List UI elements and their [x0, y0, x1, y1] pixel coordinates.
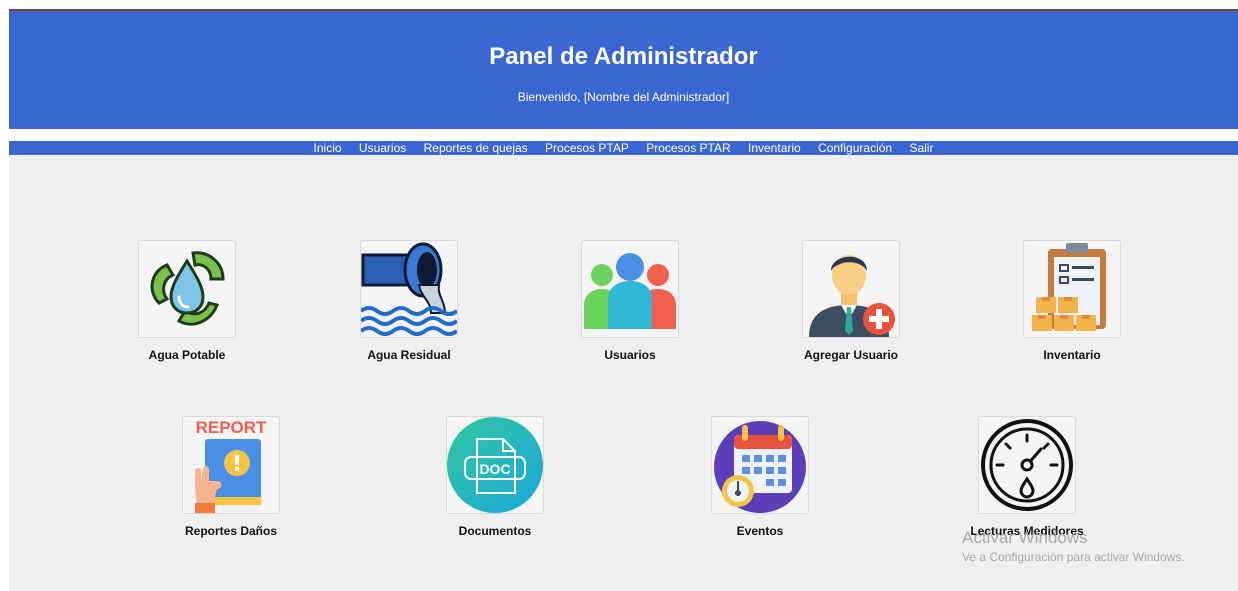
card-label: Documentos [458, 524, 532, 538]
wastewater-pipe-icon[interactable] [360, 240, 458, 338]
doc-file-icon[interactable]: DOC [446, 416, 544, 514]
users-group-icon[interactable] [581, 240, 679, 338]
recycle-water-drop-icon[interactable] [138, 240, 236, 338]
card-agua-residual[interactable]: Agua Residual [319, 240, 499, 362]
calendar-icon[interactable] [711, 416, 809, 514]
nav-usuarios[interactable]: Usuarios [359, 141, 406, 155]
nav-inicio[interactable]: Inicio [314, 141, 342, 155]
card-eventos[interactable]: Eventos [670, 416, 850, 538]
windows-activation-title: Activar Windows [962, 528, 1088, 547]
page-title: Panel de Administrador [489, 43, 758, 70]
card-agua-potable[interactable]: Agua Potable [97, 240, 277, 362]
windows-activation-text: Ve a Configuración para activar Windows. [962, 550, 1185, 564]
add-user-icon[interactable] [802, 240, 900, 338]
nav-procesos-ptap[interactable]: Procesos PTAP [545, 141, 629, 155]
card-lecturas-medidores[interactable]: Lecturas Medidores [937, 416, 1117, 538]
card-reportes-danos[interactable]: REPORT Reportes Daños [141, 416, 321, 538]
nav-reportes-quejas[interactable]: Reportes de quejas [424, 141, 528, 155]
page-header: Panel de Administrador Bienvenido, [Nomb… [9, 11, 1238, 129]
nav-bar: Inicio Usuarios Reportes de quejas Proce… [9, 141, 1238, 155]
card-label: Agua Potable [148, 348, 226, 362]
card-agregar-usuario[interactable]: Agregar Usuario [761, 240, 941, 362]
svg-text:REPORT: REPORT [196, 418, 267, 437]
card-label: Inventario [1043, 348, 1101, 362]
nav-procesos-ptar[interactable]: Procesos PTAR [646, 141, 730, 155]
svg-text:DOC: DOC [479, 461, 510, 477]
card-label: Eventos [736, 524, 784, 538]
card-label: Usuarios [604, 348, 656, 362]
report-icon[interactable]: REPORT [182, 416, 280, 514]
meter-gauge-icon[interactable] [978, 416, 1076, 514]
card-documentos[interactable]: DOC Documentos [405, 416, 585, 538]
nav-salir[interactable]: Salir [909, 141, 933, 155]
card-usuarios[interactable]: Usuarios [540, 240, 720, 362]
inventory-clipboard-icon[interactable] [1023, 240, 1121, 338]
nav-configuracion[interactable]: Configuración [818, 141, 892, 155]
card-inventario[interactable]: Inventario [982, 240, 1162, 362]
card-label: Reportes Daños [184, 524, 278, 538]
card-label: Agua Residual [367, 348, 451, 362]
welcome-text: Bienvenido, [Nombre del Administrador] [517, 90, 730, 104]
dashboard-content: Agua Potable Agua Residual Usuarios Agre… [9, 155, 1238, 591]
nav-inventario[interactable]: Inventario [748, 141, 801, 155]
card-label: Agregar Usuario [803, 348, 899, 362]
